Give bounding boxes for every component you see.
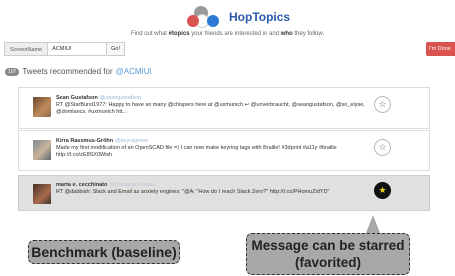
starred-callout-line2: (favorited) — [294, 255, 361, 270]
starred-callout: Message can be starred (favorited) — [246, 233, 410, 275]
star-icon: ☆ — [378, 142, 387, 152]
recommendation-count-badge: 107 — [5, 67, 20, 76]
star-button[interactable]: ☆ — [374, 96, 391, 113]
logo-dot-red — [187, 15, 199, 27]
tagline-bold: #topics — [168, 31, 190, 37]
star-icon: ★ — [378, 185, 387, 195]
tweet-text: Made my first modification of an OpenSCA… — [56, 145, 337, 158]
recommendations-header: 107 Tweets recommended for @ACMIUI — [5, 67, 152, 76]
screenname-label: ScreenName — [4, 42, 48, 56]
tagline: Find out what #topics your friends are i… — [0, 31, 455, 37]
tweet-card-starred: marta e. cecchinato @martacecchinato RT @… — [18, 175, 430, 211]
search-form: ScreenName ACMIUI Go! — [4, 42, 125, 56]
go-button[interactable]: Go! — [107, 42, 125, 56]
benchmark-callout: Benchmark (baseline) — [28, 240, 180, 264]
tweet-card: Sean Gustafson @seangustafson RT @StarBur… — [18, 87, 430, 129]
screenname-input[interactable]: ACMIUI — [47, 42, 108, 56]
recommendations-handle: @ACMIUI — [115, 67, 152, 76]
tweet-author: Kirra Rassmus-Gröhn — [56, 138, 114, 144]
tweet-card: Kirra Rassmus-Gröhn @keyragreen Made my f… — [18, 130, 430, 171]
done-button[interactable]: I'm Done — [426, 42, 455, 56]
avatar — [33, 184, 51, 204]
app-logo: HopTopics — [184, 6, 290, 28]
tagline-text: Find out what — [130, 31, 169, 37]
tweet-body: Sean Gustafson @seangustafson RT @StarBur… — [56, 95, 376, 116]
tweet-body: Kirra Rassmus-Gröhn @keyragreen Made my f… — [56, 138, 376, 159]
logo-dot-blue — [207, 15, 219, 27]
avatar — [33, 140, 51, 160]
tagline-text: they follow. — [292, 31, 325, 37]
starred-callout-line1: Message can be starred — [251, 238, 405, 253]
tweet-handle[interactable]: @seangustafson — [100, 95, 141, 101]
tweet-text: RT @StarBurst1977: Happy to have so many… — [56, 102, 365, 115]
star-button[interactable]: ☆ — [374, 139, 391, 156]
tweet-author: Sean Gustafson — [56, 95, 98, 101]
star-button-active[interactable]: ★ — [374, 182, 391, 199]
avatar — [33, 97, 51, 117]
star-icon: ☆ — [378, 99, 387, 109]
tweet-text: RT @dabbish: Slack and Email as anxiety … — [56, 189, 330, 195]
logo-mark — [184, 6, 226, 28]
callout-pointer — [366, 215, 380, 233]
recommendations-title: Tweets recommended for — [22, 67, 113, 76]
app-name: HopTopics — [229, 10, 291, 24]
tagline-bold: who — [280, 31, 293, 37]
tweet-body: marta e. cecchinato @martacecchinato RT @… — [56, 182, 376, 196]
tweet-handle[interactable]: @keyragreen — [115, 138, 148, 144]
tweet-handle[interactable]: @martacecchinato — [109, 182, 155, 188]
tagline-text: your friends are interested in and — [189, 31, 281, 37]
tweet-author: marta e. cecchinato — [56, 182, 108, 188]
